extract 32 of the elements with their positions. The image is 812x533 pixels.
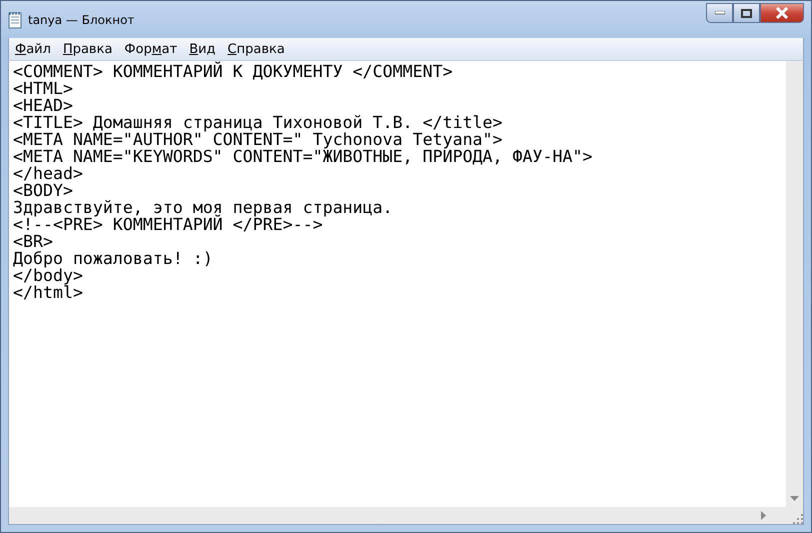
menu-item[interactable]: Справка (222, 42, 291, 56)
text-line: <COMMENT> КОММЕНТАРИЙ К ДОКУМЕНТУ </COMMENT> (13, 63, 454, 80)
scroll-down-icon[interactable] (790, 496, 799, 501)
vertical-scrollbar[interactable] (786, 61, 803, 507)
horizontal-scrollbar[interactable] (9, 507, 786, 524)
close-button[interactable] (760, 3, 804, 23)
menu-item[interactable]: Файл (9, 42, 57, 56)
resize-grip-icon[interactable] (791, 512, 803, 524)
text-line: </html> (13, 284, 84, 301)
text-line: <BR> (13, 233, 54, 250)
text-line: <!--<PRE> КОММЕНТАРИЙ </PRE>--> (13, 216, 323, 233)
minimize-icon (714, 11, 724, 15)
maximize-button[interactable] (733, 3, 760, 23)
text-line: </body> (13, 267, 84, 284)
text-line: Добро пожаловать! :) (13, 250, 214, 267)
text-line: Здравствуйте, это моя первая страница. (13, 199, 394, 216)
text-line: <META NAME="KEYWORDS" CONTENT="ЖИВОТНЫЕ, ПРИРОДА, ФАУ-НА"> (13, 148, 594, 165)
text-line: <HEAD> (13, 97, 74, 114)
scroll-right-icon[interactable] (761, 511, 766, 520)
text-line: <TITLE> Домашняя страница Тихоновой Т.В. </title> (13, 114, 504, 131)
close-icon (775, 7, 789, 19)
minimize-button[interactable] (706, 3, 733, 23)
maximize-icon (741, 8, 752, 18)
window-title: tanya — Блокнот (28, 12, 134, 26)
text-line: <BODY> (13, 182, 74, 199)
notepad-icon (8, 10, 22, 28)
text-line: <HTML> (13, 80, 74, 97)
text-line: </head> (13, 165, 84, 182)
menu-item[interactable]: Правка (56, 42, 118, 56)
menu-item[interactable]: Вид (183, 42, 222, 56)
menu-item[interactable]: Формат (118, 42, 184, 56)
text-line: <META NAME="AUTHOR" CONTENT=" Tychonova Tetyana"> (13, 131, 504, 148)
